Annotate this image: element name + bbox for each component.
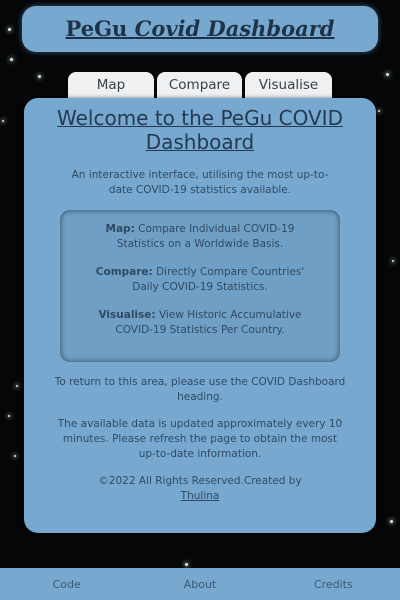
footer-link-code[interactable]: Code bbox=[0, 578, 133, 591]
update-note: The available data is updated approximat… bbox=[57, 418, 343, 460]
welcome-heading: Welcome to the PeGu COVID Dashboard bbox=[57, 106, 343, 154]
intro-text: An interactive interface, utilising the … bbox=[71, 169, 329, 196]
dashboard-title[interactable]: PeGu Covid Dashboard bbox=[22, 6, 378, 52]
return-note: To return to this area, please use the C… bbox=[54, 376, 346, 403]
welcome-card: Welcome to the PeGu COVID Dashboard An i… bbox=[24, 98, 376, 533]
feature-visualise: Visualise: View Historic Accumulative CO… bbox=[98, 309, 302, 336]
copyright-text: ©2022 All Rights Reserved.Created by Thul… bbox=[98, 475, 302, 502]
author-link[interactable]: Thulina bbox=[181, 490, 220, 502]
features-panel: Map: Compare Individual COVID-19 Statist… bbox=[60, 210, 340, 362]
tab-compare[interactable]: Compare bbox=[157, 72, 242, 99]
dashboard-header[interactable]: PeGu Covid Dashboard bbox=[22, 6, 378, 52]
tab-map[interactable]: Map bbox=[68, 72, 154, 99]
footer-link-credits[interactable]: Credits bbox=[267, 578, 400, 591]
feature-map: Map: Compare Individual COVID-19 Statist… bbox=[105, 223, 295, 250]
feature-compare: Compare: Directly Compare Countries' Dai… bbox=[95, 266, 305, 293]
footer-link-about[interactable]: About bbox=[133, 578, 266, 591]
tab-visualise[interactable]: Visualise bbox=[245, 72, 332, 99]
footer-nav: Code About Credits bbox=[0, 568, 400, 600]
